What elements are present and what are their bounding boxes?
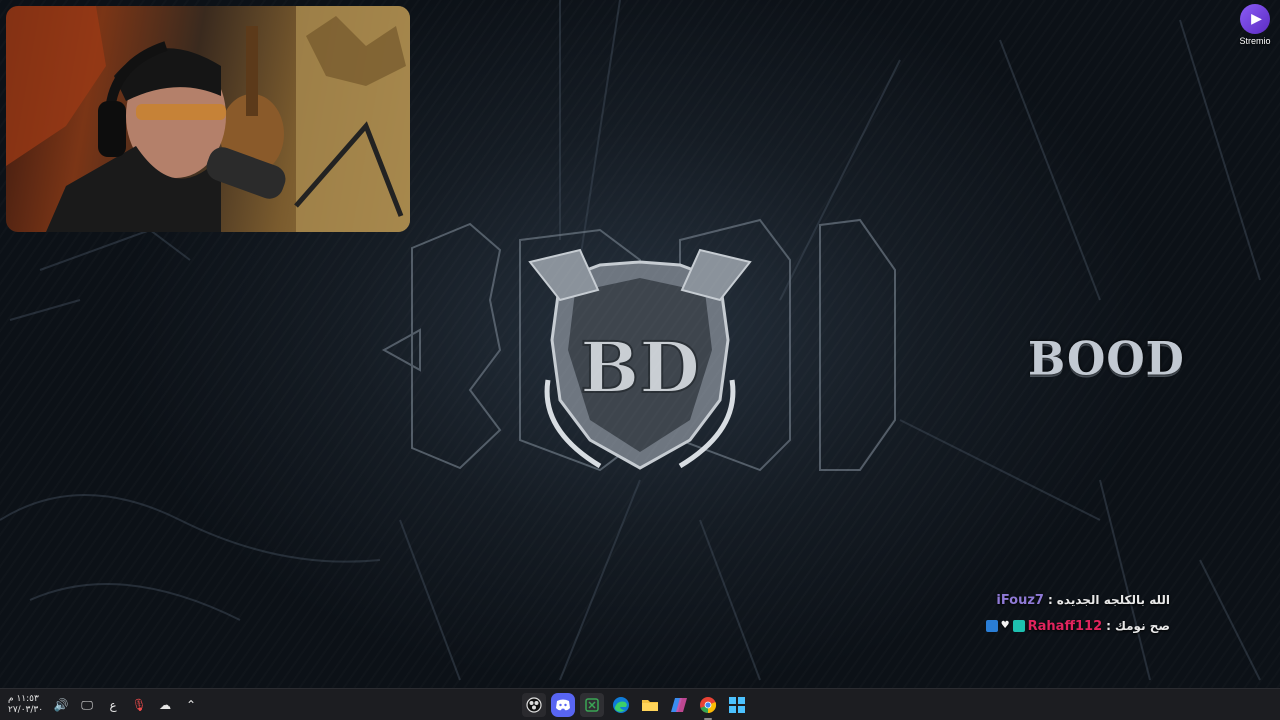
cloud-icon[interactable]: ☁: [157, 698, 173, 712]
display-icon[interactable]: 🖵: [79, 698, 95, 713]
folder-icon[interactable]: [638, 693, 662, 717]
svg-text:BD: BD: [580, 326, 700, 409]
chevron-up-icon[interactable]: ⌃: [183, 698, 199, 712]
edge-icon[interactable]: [609, 693, 633, 717]
heart-badge-icon: ♥: [1000, 620, 1010, 631]
stremio-label: Stremio: [1239, 36, 1271, 46]
obs-icon[interactable]: [522, 693, 546, 717]
chrome-icon[interactable]: [696, 693, 720, 720]
clock-date: ٢٧/٠٣/٣٠: [8, 705, 44, 715]
stremio-play-icon: ▶: [1240, 4, 1270, 34]
subscriber-badge-icon: [1012, 620, 1025, 632]
bood-logo-text: BOOD: [1028, 332, 1185, 387]
windows-icon[interactable]: [725, 693, 749, 717]
discord-icon[interactable]: [551, 693, 575, 717]
chat-username: Rahaff112: [1027, 618, 1103, 634]
bood-emblem: BD: [528, 248, 752, 470]
clock-time: ١١:٥٣ م: [8, 694, 39, 704]
taskbar: ١١:٥٣ م ٢٧/٠٣/٣٠ 🔊 🖵 ع 🎙 ☁ ⌃: [0, 688, 1280, 720]
chat-text: الله بالكلجه الجديده: [1056, 593, 1170, 607]
mic-icon[interactable]: 🎙: [131, 698, 147, 712]
stremio-shortcut[interactable]: ▶ Stremio: [1234, 4, 1276, 52]
taskbar-apps: [522, 689, 749, 720]
chat-separator: :: [1047, 593, 1053, 607]
volume-icon[interactable]: 🔊: [53, 698, 69, 712]
webcam-scene: [6, 6, 410, 232]
system-tray: ١١:٥٣ م ٢٧/٠٣/٣٠ 🔊 🖵 ع 🎙 ☁ ⌃: [8, 689, 199, 720]
webcam-feed: [6, 6, 410, 232]
language-indicator[interactable]: ع: [105, 698, 121, 712]
chat-username: iFouz7: [996, 592, 1044, 608]
copilot-icon[interactable]: [667, 693, 691, 717]
xbox-icon[interactable]: [580, 693, 604, 717]
prime-badge-icon: [985, 620, 998, 632]
chat-text: صح نومك: [1114, 619, 1170, 633]
chat-separator: :: [1106, 619, 1111, 633]
clock[interactable]: ١١:٥٣ م ٢٧/٠٣/٣٠: [8, 694, 43, 716]
chat-message: ♥ Rahaff112 : صح نومك: [960, 616, 1170, 636]
stream-chat: iFouz7 : الله بالكلجه الجديده ♥ Rahaff11…: [960, 590, 1170, 642]
chat-message: iFouz7 : الله بالكلجه الجديده: [960, 590, 1170, 610]
